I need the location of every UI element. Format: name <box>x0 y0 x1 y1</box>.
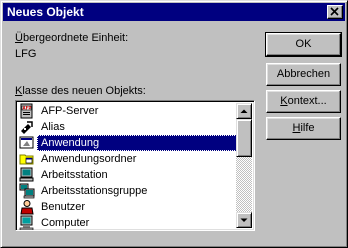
vertical-scrollbar[interactable] <box>236 103 252 228</box>
list-item-label: Arbeitsstation <box>41 169 108 181</box>
close-button[interactable] <box>327 5 343 19</box>
arrow-up-icon <box>240 109 248 113</box>
cancel-button[interactable]: Abbrechen <box>266 63 341 86</box>
arrow-down-icon <box>240 218 248 222</box>
workstation-group-icon <box>19 183 35 199</box>
dialog-window: Neues Objekt Übergeordnete Einheit: LFG … <box>0 0 348 248</box>
application-icon <box>19 136 34 149</box>
scroll-thumb[interactable] <box>236 119 252 157</box>
context-button[interactable]: Kontext... <box>266 90 341 113</box>
class-label: Klasse des neuen Objekts: <box>15 85 146 97</box>
list-item[interactable]: AFP AFP-Server <box>18 103 238 119</box>
list-item[interactable]: Anwendungsordner <box>18 151 238 167</box>
list-item-label: Anwendung <box>37 135 241 151</box>
object-class-list[interactable]: AFP AFP-Server Alias Anwendung Anwendungsord… <box>15 100 255 231</box>
list-item[interactable]: Alias <box>18 119 238 135</box>
list-items: AFP AFP-Server Alias Anwendung Anwendungsord… <box>18 103 241 230</box>
list-item-label: Benutzer <box>41 201 86 213</box>
window-title: Neues Objekt <box>7 5 84 19</box>
list-item-label: Computer <box>41 217 90 229</box>
computer-icon <box>19 215 34 230</box>
workstation-icon <box>19 167 34 182</box>
list-item-label: AFP-Server <box>41 105 99 117</box>
ok-button[interactable]: OK <box>265 32 342 57</box>
close-icon <box>330 7 339 16</box>
list-item[interactable]: Computer <box>18 215 238 230</box>
list-item[interactable]: Anwendung <box>18 135 241 151</box>
application-folder-icon <box>19 154 34 165</box>
list-item-label: Anwendungsordner <box>41 153 137 165</box>
alias-icon <box>21 121 33 134</box>
svg-text:AFP: AFP <box>23 106 32 111</box>
scroll-up-button[interactable] <box>236 103 252 119</box>
help-button[interactable]: Hilfe <box>266 117 341 140</box>
list-item-label: Arbeitsstationsgruppe <box>41 185 148 197</box>
parent-unit-value: LFG <box>15 48 37 60</box>
afp-server-icon: AFP <box>20 103 33 119</box>
title-bar[interactable]: Neues Objekt <box>3 3 345 21</box>
list-item[interactable]: Arbeitsstationsgruppe <box>18 183 238 199</box>
parent-unit-label: Übergeordnete Einheit: <box>15 32 129 44</box>
user-icon <box>20 200 34 215</box>
list-item[interactable]: Arbeitsstation <box>18 167 238 183</box>
list-item-label: Alias <box>41 121 65 133</box>
list-item[interactable]: Benutzer <box>18 199 238 215</box>
scroll-down-button[interactable] <box>236 212 252 228</box>
